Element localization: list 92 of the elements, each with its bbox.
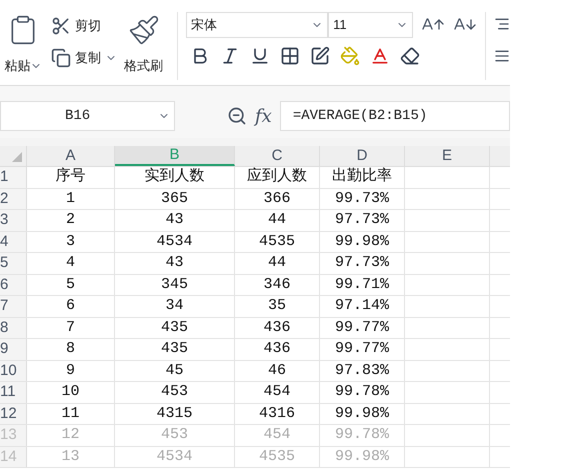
- row-header[interactable]: 9: [0, 339, 27, 360]
- row-header[interactable]: 8: [0, 318, 27, 338]
- row-header[interactable]: 2: [0, 188, 27, 209]
- table-cell: 4534: [115, 232, 235, 252]
- table-cell: 4: [27, 253, 115, 274]
- paste-label[interactable]: 粘贴: [4, 56, 30, 76]
- table-cell: 8: [27, 339, 115, 360]
- table-cell: 34: [115, 296, 235, 316]
- table-cell: 9: [27, 360, 115, 381]
- format-painter-label[interactable]: 格式刷: [124, 56, 164, 76]
- table-cell: 应到人数: [235, 167, 320, 188]
- font-name-dropdown[interactable]: 宋体: [186, 12, 328, 38]
- table-cell: 365: [115, 188, 235, 209]
- table-cell: 44: [235, 253, 320, 274]
- table-cell: 13: [27, 446, 115, 467]
- table-cell: 435: [115, 318, 235, 338]
- table-cell: 5: [27, 274, 115, 295]
- table-cell: 453: [115, 382, 235, 402]
- table-cell: 4316: [235, 404, 320, 424]
- font-color-icon[interactable]: [370, 46, 390, 66]
- table-cell: 366: [235, 188, 320, 209]
- table-cell: 99.77%: [320, 318, 405, 338]
- table-cell: 43: [115, 210, 235, 230]
- table-cell: 实到人数: [115, 167, 235, 188]
- table-cell: 4534: [115, 446, 235, 467]
- fill-color-icon[interactable]: [340, 46, 360, 66]
- column-header[interactable]: E: [405, 146, 490, 166]
- table-cell: 99.78%: [320, 382, 405, 402]
- name-box[interactable]: B16: [0, 101, 175, 131]
- table-cell: 99.98%: [320, 446, 405, 467]
- table-cell: 35: [235, 296, 320, 316]
- row-header[interactable]: 11: [0, 382, 27, 402]
- row-header[interactable]: 10: [0, 360, 27, 381]
- function-label[interactable]: fx: [255, 102, 272, 130]
- table-cell: 436: [235, 339, 320, 360]
- table-cell: 99.98%: [320, 404, 405, 424]
- table-cell: 1: [27, 188, 115, 209]
- table-cell: 12: [27, 425, 115, 446]
- cell-style-icon[interactable]: [310, 46, 330, 66]
- row-header[interactable]: 12: [0, 404, 27, 424]
- column-header[interactable]: C: [235, 146, 320, 166]
- table-cell: 10: [27, 382, 115, 402]
- formula-field[interactable]: =AVERAGE(B2:B15): [280, 101, 510, 131]
- table-cell: 345: [115, 274, 235, 295]
- table-cell: 46: [235, 360, 320, 381]
- table-cell: 97.73%: [320, 253, 405, 274]
- scissors-icon[interactable]: [50, 16, 71, 36]
- table-cell: 97.83%: [320, 360, 405, 381]
- border-icon[interactable]: [280, 46, 300, 66]
- triangle-icon: [12, 152, 22, 162]
- table-cell: 346: [235, 274, 320, 295]
- table-cell: 45: [115, 360, 235, 381]
- table-cell: 6: [27, 296, 115, 316]
- table-cell: 44: [235, 210, 320, 230]
- underline-icon[interactable]: [250, 46, 270, 66]
- row-header[interactable]: 7: [0, 296, 27, 316]
- table-cell: 3: [27, 232, 115, 252]
- row-header[interactable]: 6: [0, 274, 27, 295]
- column-header[interactable]: D: [320, 146, 405, 166]
- table-cell: 435: [115, 339, 235, 360]
- row-header[interactable]: 5: [0, 253, 27, 274]
- cut-label[interactable]: 剪切: [74, 16, 101, 36]
- table-cell: 4535: [235, 446, 320, 467]
- copy-label[interactable]: 复制: [74, 48, 101, 68]
- table-cell: 出勤比率: [320, 167, 405, 188]
- table-cell: 453: [115, 425, 235, 446]
- table-cell: 99.73%: [320, 188, 405, 209]
- align-icon[interactable]: [494, 48, 510, 64]
- table-cell: 7: [27, 318, 115, 338]
- table-cell: 99.71%: [320, 274, 405, 295]
- table-cell: 4535: [235, 232, 320, 252]
- table-cell: 4315: [115, 404, 235, 424]
- row-header[interactable]: 3: [0, 210, 27, 230]
- align-icon[interactable]: [494, 16, 510, 32]
- table-cell: 序号: [27, 167, 115, 188]
- table-cell: 454: [235, 382, 320, 402]
- table-cell: 454: [235, 425, 320, 446]
- table-cell: 2: [27, 210, 115, 230]
- eraser-icon[interactable]: [400, 46, 420, 66]
- table-cell: 99.98%: [320, 232, 405, 252]
- table-cell: 43: [115, 253, 235, 274]
- font-size-dropdown[interactable]: 11: [328, 12, 414, 38]
- table-cell: 436: [235, 318, 320, 338]
- copy-icon[interactable]: [50, 48, 71, 68]
- table-cell: 97.73%: [320, 210, 405, 230]
- table-cell: 99.77%: [320, 339, 405, 360]
- zoom-icon[interactable]: [227, 106, 247, 126]
- table-cell: 99.78%: [320, 425, 405, 446]
- row-header[interactable]: 4: [0, 232, 27, 252]
- table-cell: 97.14%: [320, 296, 405, 316]
- row-header[interactable]: 1: [0, 167, 27, 188]
- table-cell: 11: [27, 404, 115, 424]
